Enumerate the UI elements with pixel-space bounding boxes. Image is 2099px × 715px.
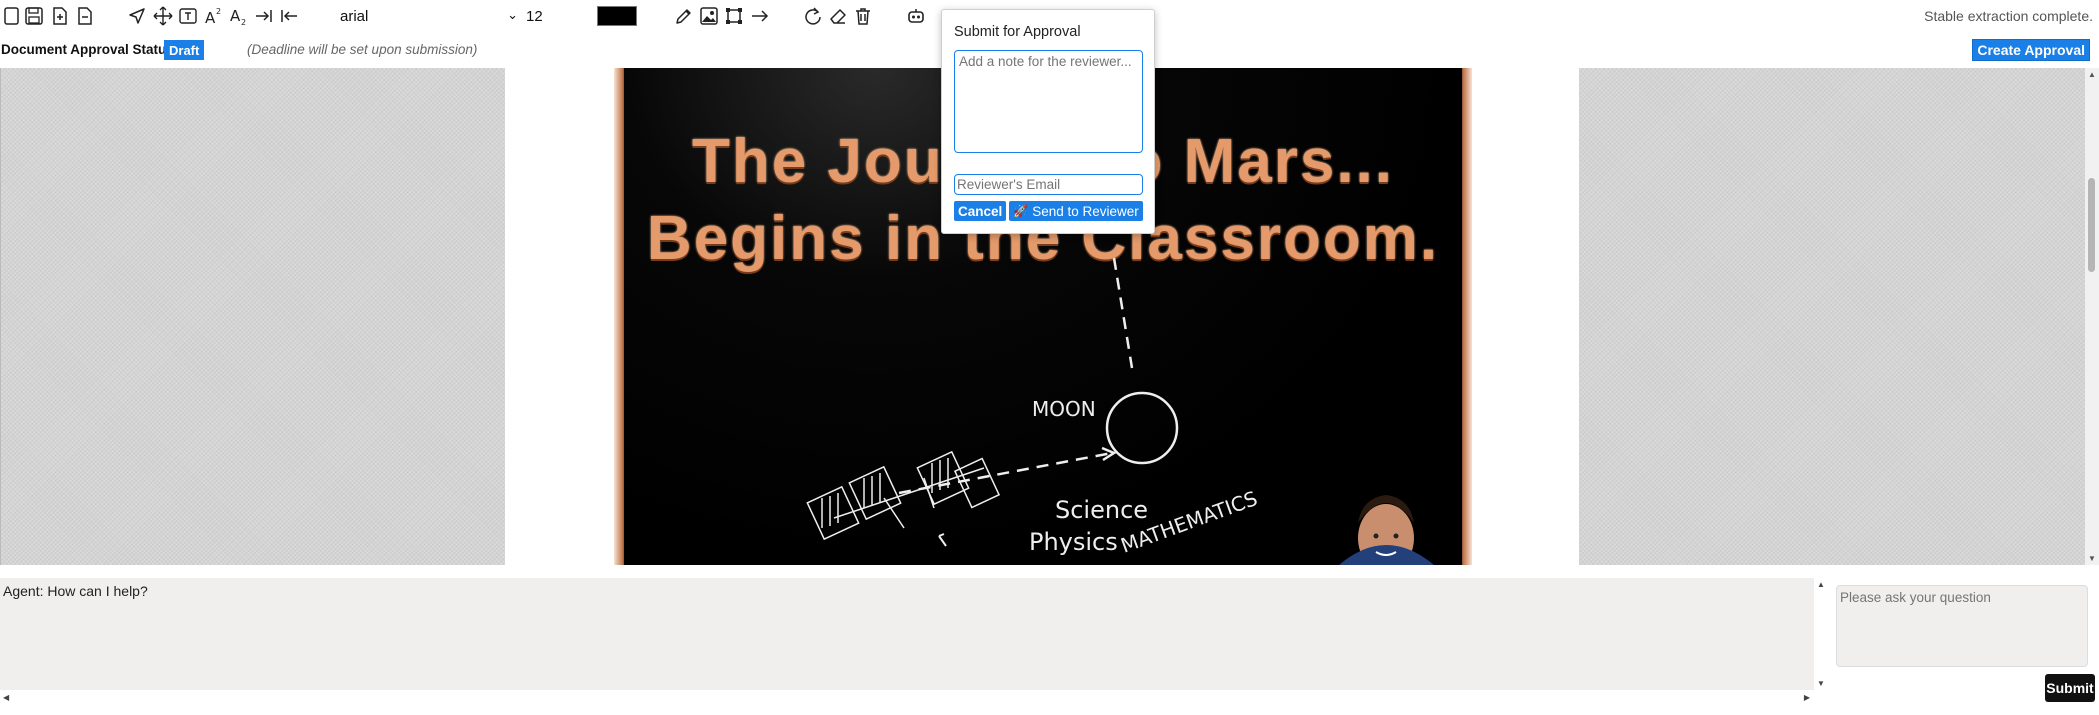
text-box-icon[interactable]: [177, 5, 199, 27]
scroll-down-arrow-icon[interactable]: ▼: [1817, 679, 1825, 688]
svg-text:2: 2: [216, 7, 221, 16]
crop-icon[interactable]: [723, 5, 745, 27]
chat-log[interactable]: Agent: How can I help?: [0, 578, 1814, 690]
status-text: Stable extraction complete.: [1924, 8, 2093, 24]
svg-text:A: A: [205, 9, 216, 26]
subscript-icon[interactable]: A2: [228, 5, 250, 27]
create-approval-button[interactable]: Create Approval: [1972, 39, 2090, 61]
astronaut-portrait: [1339, 495, 1434, 565]
svg-text:2: 2: [241, 18, 246, 26]
add-page-icon[interactable]: [49, 5, 71, 27]
rotate-icon[interactable]: [802, 5, 824, 27]
indent-icon[interactable]: [253, 5, 275, 27]
submit-approval-dialog: Submit for Approval Cancel 🚀 Send to Rev…: [941, 9, 1155, 234]
send-to-reviewer-button[interactable]: 🚀 Send to Reviewer: [1009, 201, 1143, 221]
reviewer-note-textarea[interactable]: [954, 50, 1143, 153]
outdent-icon[interactable]: [278, 5, 300, 27]
robot-icon[interactable]: [905, 5, 927, 27]
scroll-left-arrow-icon[interactable]: ◀: [3, 693, 9, 702]
reviewer-email-input[interactable]: [954, 174, 1143, 195]
dialog-title: Submit for Approval: [954, 24, 1081, 40]
chat-log-vertical-scrollbar[interactable]: ▲ ▼: [1814, 578, 1828, 690]
scroll-down-arrow-icon[interactable]: ▼: [2088, 554, 2096, 563]
scroll-right-arrow-icon[interactable]: ▶: [1804, 693, 1810, 702]
move-icon[interactable]: [152, 5, 174, 27]
arrow-right-icon[interactable]: [749, 5, 771, 27]
remove-page-icon[interactable]: [74, 5, 96, 27]
font-family-value: arial: [340, 7, 369, 25]
superscript-icon[interactable]: A2: [203, 5, 225, 27]
agent-message: Agent: How can I help?: [3, 583, 148, 599]
scroll-up-arrow-icon[interactable]: ▲: [2088, 70, 2096, 79]
chalk-physics-label: Physics: [1029, 528, 1118, 556]
cancel-button[interactable]: Cancel: [954, 201, 1007, 221]
chevron-down-icon: ⌄: [507, 7, 518, 22]
chalk-moon-label: MOON: [1032, 397, 1096, 421]
status-badge: Draft: [164, 40, 205, 60]
chalk-science-label: Science: [1055, 496, 1148, 524]
trash-icon[interactable]: [852, 5, 874, 27]
text-color-picker[interactable]: [597, 6, 637, 26]
submit-button[interactable]: Submit: [2045, 674, 2095, 702]
new-document-icon[interactable]: [1, 5, 23, 27]
scroll-up-arrow-icon[interactable]: ▲: [1817, 580, 1825, 589]
font-family-select[interactable]: arial ⌄: [334, 5, 522, 27]
select-arrow-icon[interactable]: [126, 5, 148, 27]
image-icon[interactable]: [698, 5, 720, 27]
rocket-icon: 🚀: [1013, 204, 1029, 218]
question-input[interactable]: [1836, 585, 2088, 667]
svg-text:A: A: [230, 7, 241, 25]
send-to-reviewer-label: Send to Reviewer: [1032, 203, 1139, 219]
pencil-icon[interactable]: [673, 5, 695, 27]
approval-status-label: Document Approval Status: [1, 42, 174, 57]
space-station-drawing: [806, 450, 1001, 541]
font-size-input[interactable]: 12: [522, 5, 592, 27]
viewer-scrollbar[interactable]: ▲ ▼: [2085, 68, 2099, 565]
eraser-icon[interactable]: [827, 5, 849, 27]
chat-log-horizontal-scrollbar[interactable]: ◀ ▶: [0, 690, 1814, 704]
scrollbar-thumb[interactable]: [2088, 178, 2095, 272]
save-icon[interactable]: [23, 5, 45, 27]
deadline-note: (Deadline will be set upon submission): [247, 42, 478, 57]
moon-drawing: [1105, 391, 1179, 465]
